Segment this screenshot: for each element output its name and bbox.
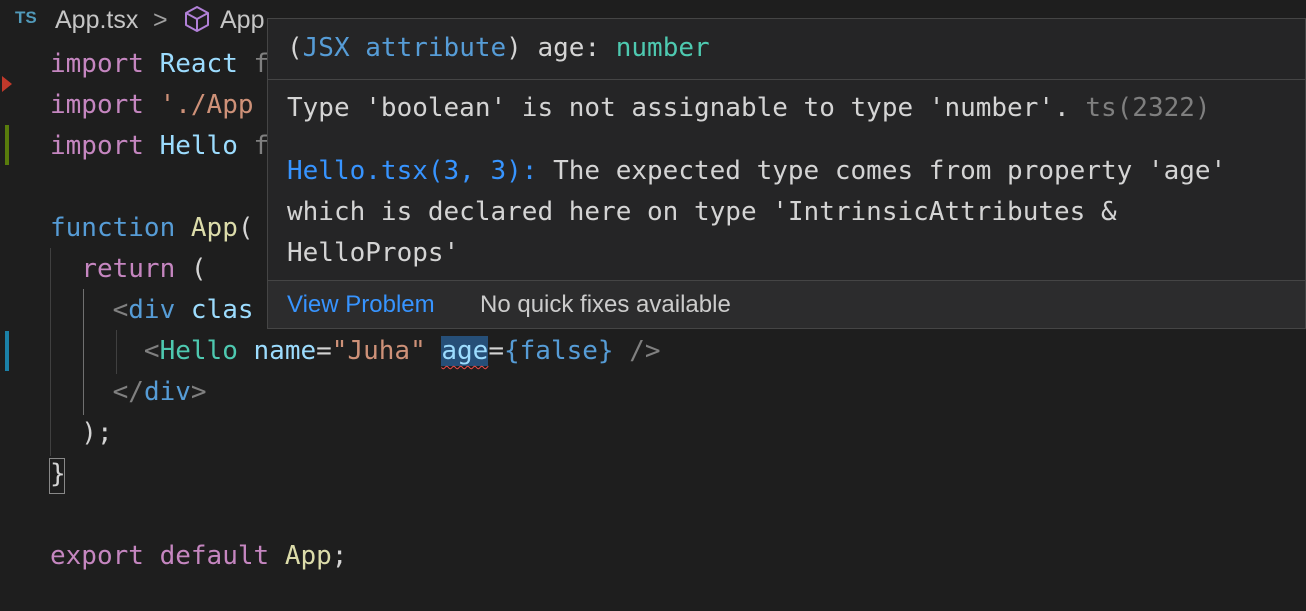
view-problem-button[interactable]: View Problem — [287, 291, 435, 319]
code-token: < — [143, 336, 160, 366]
code-token: } — [50, 459, 66, 489]
breadcrumb-file[interactable]: App.tsx — [55, 6, 138, 35]
code-token: import — [50, 90, 144, 120]
code-token: return — [81, 254, 176, 284]
code-token: </ — [112, 377, 144, 407]
code-line[interactable]: export default App; — [50, 536, 661, 577]
error-message: Type 'boolean' is not assignable to type… — [287, 93, 1211, 123]
code-line[interactable]: <Hello name="Juha" age={false} /> — [50, 331, 661, 372]
code-token: age — [441, 336, 489, 366]
code-token: = — [488, 336, 504, 366]
code-token: clas — [175, 295, 254, 325]
code-token: "Juha" — [331, 336, 426, 366]
hover-popup[interactable]: (JSX attribute) age: number Type 'boolea… — [267, 18, 1306, 329]
symbol-function-icon — [185, 6, 209, 32]
hover-action-bar: View Problem No quick fixes available — [268, 281, 1305, 328]
code-token: './App — [159, 90, 254, 120]
code-token: = — [316, 336, 332, 366]
code-token: Hello — [159, 336, 238, 366]
code-token: < — [112, 295, 129, 325]
code-line[interactable]: ); — [50, 413, 661, 454]
breadcrumb-symbol[interactable]: App — [220, 6, 264, 35]
code-token: import — [50, 49, 144, 79]
code-token: name — [237, 336, 317, 366]
code-token: App — [190, 213, 238, 243]
code-token: function — [50, 213, 176, 243]
chevron-right-icon: > — [153, 6, 168, 34]
divider — [268, 79, 1305, 80]
no-quick-fixes-label: No quick fixes available — [480, 291, 731, 318]
error-code: ts(2322) — [1085, 93, 1211, 123]
code-token: ( — [237, 213, 254, 243]
code-token: div — [128, 295, 176, 325]
code-token: React — [143, 49, 254, 79]
related-location-link[interactable]: Hello.tsx(3, 3): — [287, 156, 537, 186]
code-token: div — [143, 377, 191, 407]
breakpoint-arrow-icon[interactable] — [2, 76, 12, 92]
code-line[interactable] — [50, 495, 661, 536]
code-token: ( — [175, 254, 207, 284]
code-line[interactable]: } — [50, 454, 661, 495]
git-modified-marker[interactable] — [5, 331, 9, 371]
code-token: import — [50, 131, 144, 161]
hover-signature: (JSX attribute) age: number — [287, 33, 710, 63]
code-token: App — [284, 541, 332, 571]
code-token: ; — [331, 541, 348, 571]
code-token: export — [50, 541, 144, 571]
code-token: default — [159, 541, 270, 571]
code-token: {false} — [504, 336, 614, 366]
code-token: Hello — [143, 131, 254, 161]
code-token: > — [190, 377, 207, 407]
typescript-file-icon: TS — [15, 8, 37, 27]
related-info: Hello.tsx(3, 3): The expected type comes… — [287, 151, 1292, 274]
code-token: ); — [50, 418, 113, 448]
git-added-marker[interactable] — [5, 125, 9, 165]
code-line[interactable]: </div> — [50, 372, 661, 413]
code-token: /> — [613, 336, 661, 366]
